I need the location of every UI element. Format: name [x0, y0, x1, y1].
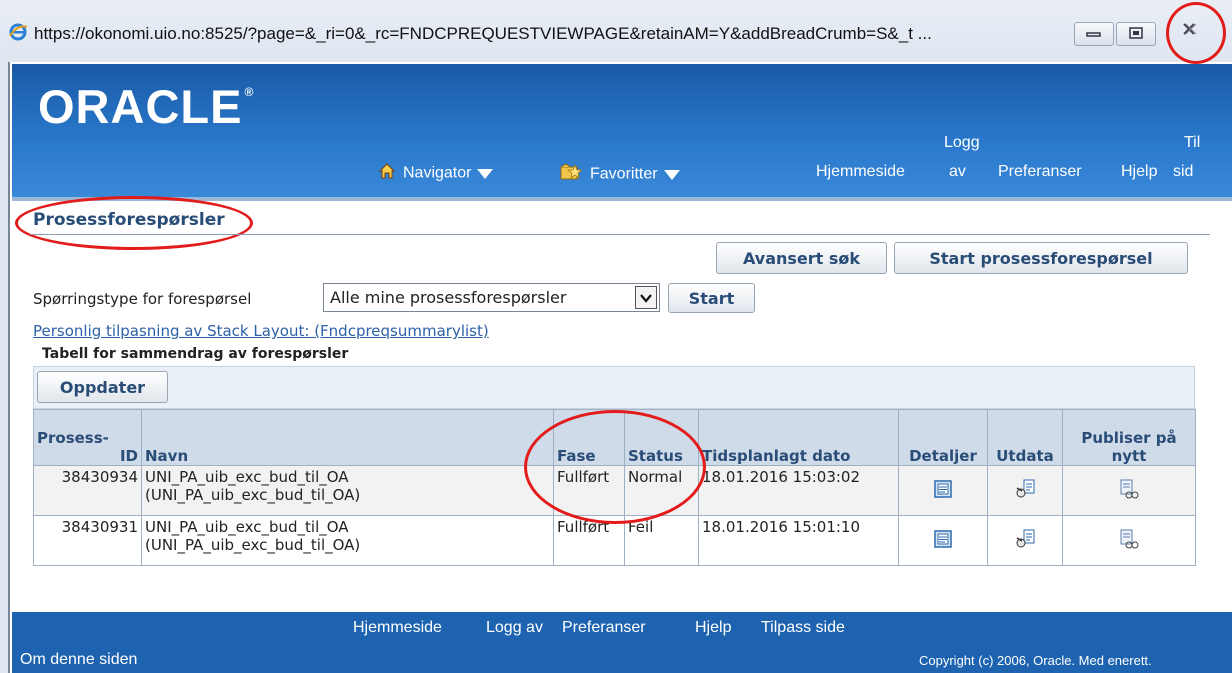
chevron-down-icon[interactable] [635, 286, 657, 309]
cell-details [898, 515, 988, 566]
column-header-id-line1: Prosess- [37, 429, 109, 447]
table-header-row: Prosess- ID Navn Fase Status Tidsplanlag… [33, 409, 1196, 466]
cell-scheduled-date: 18.01.2016 15:03:02 [698, 465, 899, 516]
table-toolbar: Oppdater [33, 366, 1195, 409]
footer-customize-link[interactable]: Tilpass side [761, 619, 845, 637]
minimize-icon [1075, 23, 1113, 43]
cell-status: Normal [624, 465, 699, 516]
cell-request-id: 38430934 [33, 465, 142, 516]
cell-output [987, 515, 1063, 566]
header-divider [12, 197, 1232, 201]
cell-phase: Fullført [553, 465, 625, 516]
requests-table: Prosess- ID Navn Fase Status Tidsplanlag… [33, 409, 1196, 566]
footer-logout-link[interactable]: Logg av [486, 619, 543, 637]
cell-name-line1: UNI_PA_uib_exc_bud_til_OA [145, 518, 349, 536]
column-header-republish: Publiser på nytt [1062, 409, 1196, 466]
column-header-republish-line1: Publiser på [1081, 429, 1177, 447]
page-footer: Hjemmeside Logg av Preferanser Hjelp Til… [12, 612, 1232, 673]
restore-icon [1117, 23, 1155, 43]
footer-help-link[interactable]: Hjelp [695, 619, 731, 637]
header-home-link[interactable]: Hjemmeside [816, 163, 905, 181]
cell-request-id: 38430931 [33, 515, 142, 566]
window-frame [0, 62, 10, 673]
column-header-details: Detaljer [898, 409, 988, 466]
cell-name-line2: (UNI_PA_uib_exc_bud_til_OA) [145, 486, 361, 504]
header-logout-link-line1[interactable]: Logg [944, 134, 980, 152]
cell-output [987, 465, 1063, 516]
title-divider [30, 234, 1210, 235]
footer-preferences-link[interactable]: Preferanser [562, 619, 646, 637]
column-header-status[interactable]: Status [624, 409, 699, 466]
query-type-select[interactable]: Alle mine prosessforespørsler [323, 283, 660, 312]
footer-copyright: Copyright (c) 2006, Oracle. Med enerett. [919, 653, 1152, 668]
start-button[interactable]: Start [668, 283, 755, 313]
refresh-button[interactable]: Oppdater [37, 371, 168, 403]
header-preferences-link[interactable]: Preferanser [998, 163, 1082, 181]
restore-button[interactable] [1116, 22, 1156, 46]
page-title: Prosessforespørsler [33, 210, 225, 230]
navigator-menu[interactable]: Navigator [378, 163, 494, 184]
republish-icon[interactable] [1118, 479, 1140, 504]
query-type-label: Spørringstype for forespørsel [33, 290, 252, 308]
header-customize-link-line2[interactable]: sid [1173, 163, 1193, 181]
header-help-link[interactable]: Hjelp [1121, 163, 1157, 181]
cell-name-line2: (UNI_PA_uib_exc_bud_til_OA) [145, 536, 361, 554]
footer-home-link[interactable]: Hjemmeside [353, 619, 442, 637]
home-icon [378, 163, 396, 184]
cell-phase: Fullført [553, 515, 625, 566]
favorites-menu[interactable]: Favoritter [560, 163, 680, 186]
republish-icon[interactable] [1118, 529, 1140, 554]
column-header-output: Utdata [987, 409, 1063, 466]
column-header-name[interactable]: Navn [141, 409, 554, 466]
output-icon[interactable] [1014, 479, 1036, 504]
favorites-icon [560, 163, 584, 186]
window-url: https://okonomi.uio.no:8525/?page=&_ri=0… [34, 24, 932, 43]
details-icon[interactable] [933, 529, 953, 553]
cell-republish [1062, 515, 1196, 566]
personalize-link[interactable]: Personlig tilpasning av Stack Layout: (F… [33, 322, 489, 340]
query-type-value: Alle mine prosessforespørsler [330, 288, 567, 307]
column-header-phase[interactable]: Fase [553, 409, 625, 466]
header-logout-link-line2[interactable]: av [949, 163, 966, 181]
chevron-down-icon [477, 168, 494, 179]
cell-name: UNI_PA_uib_exc_bud_til_OA (UNI_PA_uib_ex… [141, 515, 554, 566]
oracle-header: ORACLE ® Navigator Favoritter Hjemmeside … [12, 64, 1232, 197]
column-header-scheduled-date[interactable]: Tidsplanlagt dato [698, 409, 899, 466]
minimize-button[interactable] [1074, 22, 1114, 46]
close-button[interactable] [1165, 18, 1213, 40]
ie-icon [8, 22, 28, 42]
header-customize-link-line1[interactable]: Til [1184, 134, 1200, 152]
cell-status: Feil [624, 515, 699, 566]
cell-scheduled-date: 18.01.2016 15:01:10 [698, 515, 899, 566]
start-process-request-button[interactable]: Start prosessforespørsel [894, 242, 1188, 274]
column-header-id[interactable]: Prosess- ID [33, 409, 142, 466]
details-icon[interactable] [933, 479, 953, 503]
table-row: 38430931 UNI_PA_uib_exc_bud_til_OA (UNI_… [33, 515, 1196, 566]
chevron-down-icon [663, 169, 680, 180]
oracle-logo: ORACLE ® [38, 80, 255, 133]
column-header-republish-line2: nytt [1111, 447, 1147, 465]
cell-republish [1062, 465, 1196, 516]
output-icon[interactable] [1014, 529, 1036, 554]
table-caption: Tabell for sammendrag av forespørsler [42, 346, 349, 362]
close-icon [1165, 18, 1213, 44]
cell-name: UNI_PA_uib_exc_bud_til_OA (UNI_PA_uib_ex… [141, 465, 554, 516]
cell-details [898, 465, 988, 516]
cell-name-line1: UNI_PA_uib_exc_bud_til_OA [145, 468, 349, 486]
column-header-id-line2: ID [119, 447, 138, 465]
table-row: 38430934 UNI_PA_uib_exc_bud_til_OA (UNI_… [33, 465, 1196, 516]
footer-about-link[interactable]: Om denne siden [20, 651, 137, 669]
advanced-search-button[interactable]: Avansert søk [716, 242, 887, 274]
window-title-bar: https://okonomi.uio.no:8525/?page=&_ri=0… [0, 0, 1232, 62]
